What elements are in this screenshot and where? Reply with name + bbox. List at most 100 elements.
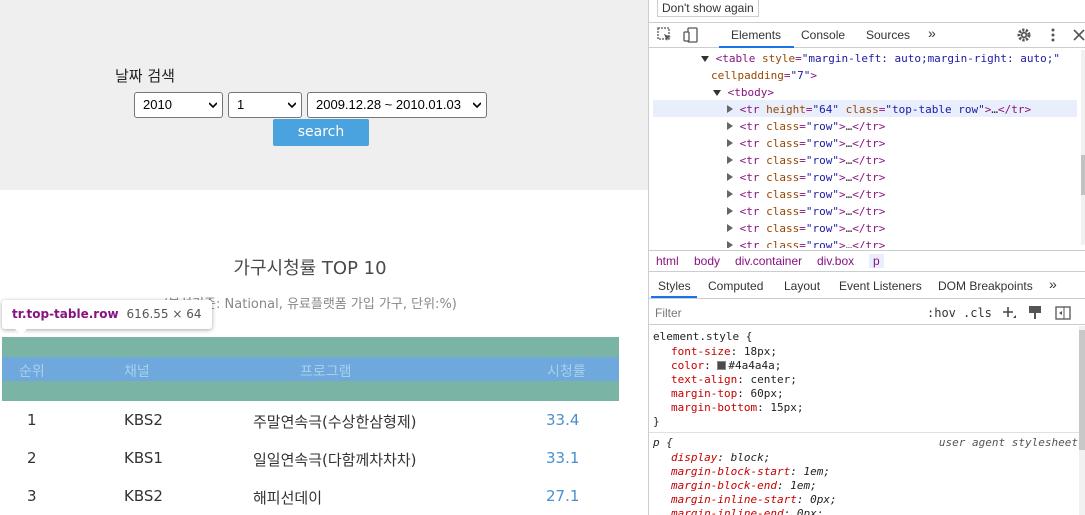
dom-node-tr[interactable]: <tr class="row">…</tr> — [727, 120, 885, 133]
css-declaration[interactable]: margin-top: 60px; — [671, 387, 784, 400]
cell-program: 일일연속극(다함께차차차) — [253, 451, 417, 469]
css-declaration: display: block; — [671, 451, 771, 464]
date-search-label: 날짜 검색 — [115, 67, 175, 85]
rule-close-brace: } — [653, 415, 660, 428]
hov-toggle[interactable]: :hov — [927, 306, 956, 320]
header-channel: 채널 — [124, 364, 150, 380]
cell-rating: 33.1 — [546, 449, 580, 467]
dom-node-tr[interactable]: <tr class="row">…</tr> — [727, 205, 885, 218]
css-declaration[interactable]: color: #4a4a4a; — [671, 359, 781, 372]
dom-node-table[interactable]: <table style="margin-left: auto;margin-r… — [701, 52, 1060, 65]
collapsed-arrow-icon[interactable] — [727, 173, 733, 181]
dom-node-selected-tr[interactable]: <tr height="64" class="top-table row">…<… — [727, 103, 1031, 116]
search-button[interactable]: search — [273, 119, 369, 146]
dom-node-tr[interactable]: <tr class="row">…</tr> — [727, 222, 885, 235]
dom-node-tr[interactable]: <tr class="row">…</tr> — [727, 154, 885, 167]
tab-layout[interactable]: Layout — [784, 279, 820, 293]
toggle-sidebar-icon[interactable] — [1055, 305, 1071, 321]
dom-scrollbar-thumb[interactable] — [1081, 155, 1085, 195]
year-select-value: 2010 — [143, 97, 172, 112]
dom-node-tr[interactable]: <tr class="row">…</tr> — [727, 239, 885, 248]
tab-computed[interactable]: Computed — [708, 279, 763, 293]
collapsed-arrow-icon[interactable] — [727, 105, 733, 113]
tab-elements[interactable]: Elements — [731, 28, 781, 42]
paint-brush-icon[interactable] — [1027, 305, 1043, 321]
tab-styles[interactable]: Styles — [658, 279, 691, 293]
dom-node-table-cont: cellpadding="7"> — [711, 69, 817, 82]
dom-node-tr[interactable]: <tr class="row">…</tr> — [727, 188, 885, 201]
chevron-down-icon — [288, 102, 296, 109]
year-select[interactable]: 2010 — [134, 92, 223, 118]
user-agent-stylesheet-label: user agent stylesheet — [938, 436, 1078, 449]
new-style-rule-icon[interactable] — [1001, 305, 1017, 321]
inspect-element-icon[interactable] — [657, 27, 673, 43]
styles-scrollbar-thumb[interactable] — [1079, 330, 1085, 450]
header-program: 프로그램 — [300, 364, 352, 380]
tooltip-element-size: 616.55 × 64 — [126, 307, 202, 321]
breadcrumb-body[interactable]: body — [694, 254, 720, 268]
week-select[interactable]: 1 — [228, 92, 302, 118]
styles-pane: element.style { font-size: 18px; color: … — [649, 326, 1085, 515]
dom-node-tr[interactable]: <tr class="row">…</tr> — [727, 171, 885, 184]
more-tabs-chevron[interactable]: » — [928, 25, 936, 41]
tab-sources[interactable]: Sources — [866, 28, 910, 42]
collapsed-arrow-icon[interactable] — [727, 139, 733, 147]
dom-tree: <table style="margin-left: auto;margin-r… — [649, 48, 1085, 248]
dom-node-tbody[interactable]: <tbody> — [713, 86, 774, 99]
active-tab-indicator — [651, 296, 697, 298]
dont-show-again-button[interactable]: Don't show again — [657, 0, 759, 17]
color-swatch[interactable] — [717, 361, 727, 370]
collapsed-arrow-icon[interactable] — [727, 156, 733, 164]
collapsed-arrow-icon[interactable] — [727, 207, 733, 215]
date-range-select[interactable]: 2009.12.28 ~ 2010.01.03 — [307, 92, 487, 118]
tab-event-listeners[interactable]: Event Listeners — [839, 279, 922, 293]
p-selector: p { — [653, 436, 673, 449]
breadcrumb-div-box[interactable]: div.box — [817, 254, 854, 268]
css-declaration[interactable]: margin-bottom: 15px; — [671, 401, 803, 414]
header-highlight-band — [2, 381, 619, 401]
breadcrumb: html body div.container div.box p — [649, 250, 1085, 272]
header-rating: 시청률 — [547, 364, 586, 380]
header-highlight-band — [2, 337, 619, 357]
collapsed-arrow-icon[interactable] — [727, 190, 733, 198]
dom-node-tr[interactable]: <tr class="row">…</tr> — [727, 137, 885, 150]
styles-filter-bar: Filter :hov .cls — [649, 301, 1085, 325]
ranking-title: 가구시청률 TOP 10 — [233, 258, 387, 279]
date-range-value: 2009.12.28 ~ 2010.01.03 — [316, 97, 461, 112]
more-tabs-chevron[interactable]: » — [1049, 276, 1057, 292]
expanded-arrow-icon[interactable] — [713, 90, 721, 96]
cls-toggle[interactable]: .cls — [963, 306, 992, 320]
css-declaration[interactable]: font-size: 18px; — [671, 345, 777, 358]
cell-program: 해피선데이 — [253, 489, 323, 507]
table-header-row: 순위 채널 프로그램 시청률 — [2, 357, 619, 381]
styles-filter-input[interactable]: Filter — [653, 303, 915, 323]
collapsed-arrow-icon[interactable] — [727, 224, 733, 232]
css-declaration[interactable]: text-align: center; — [671, 373, 797, 386]
tab-console[interactable]: Console — [801, 28, 845, 42]
cell-channel: KBS2 — [124, 487, 163, 505]
devtools-tabbar: Elements Console Sources » — [649, 22, 1085, 48]
collapsed-arrow-icon[interactable] — [727, 122, 733, 130]
breadcrumb-html[interactable]: html — [656, 254, 679, 268]
collapsed-arrow-icon[interactable] — [727, 241, 733, 248]
cell-channel: KBS2 — [124, 411, 163, 429]
rule-divider — [649, 432, 1085, 433]
breadcrumb-p[interactable]: p — [869, 254, 884, 268]
close-icon[interactable] — [1071, 27, 1085, 43]
cell-channel: KBS1 — [124, 449, 163, 467]
cell-rank: 2 — [27, 449, 37, 467]
tab-dom-breakpoints[interactable]: DOM Breakpoints — [938, 279, 1033, 293]
cell-rank: 3 — [27, 487, 37, 505]
kebab-menu-icon[interactable] — [1045, 27, 1061, 43]
devtools-panel: Don't show again Elements Console Source… — [648, 0, 1085, 515]
gear-icon[interactable] — [1016, 27, 1032, 43]
chevron-down-icon — [209, 102, 217, 109]
css-declaration: margin-block-start: 1em; — [671, 465, 830, 478]
web-page: 날짜 검색 2010 1 2009.12.28 ~ 2010.01.03 sea… — [0, 0, 648, 515]
expanded-arrow-icon[interactable] — [701, 56, 709, 62]
element-style-selector: element.style { — [653, 330, 753, 343]
breadcrumb-div-container[interactable]: div.container — [735, 254, 802, 268]
tooltip-arrow — [14, 328, 28, 335]
dom-scrollbar[interactable] — [1081, 50, 1085, 245]
device-toolbar-icon[interactable] — [683, 27, 699, 43]
